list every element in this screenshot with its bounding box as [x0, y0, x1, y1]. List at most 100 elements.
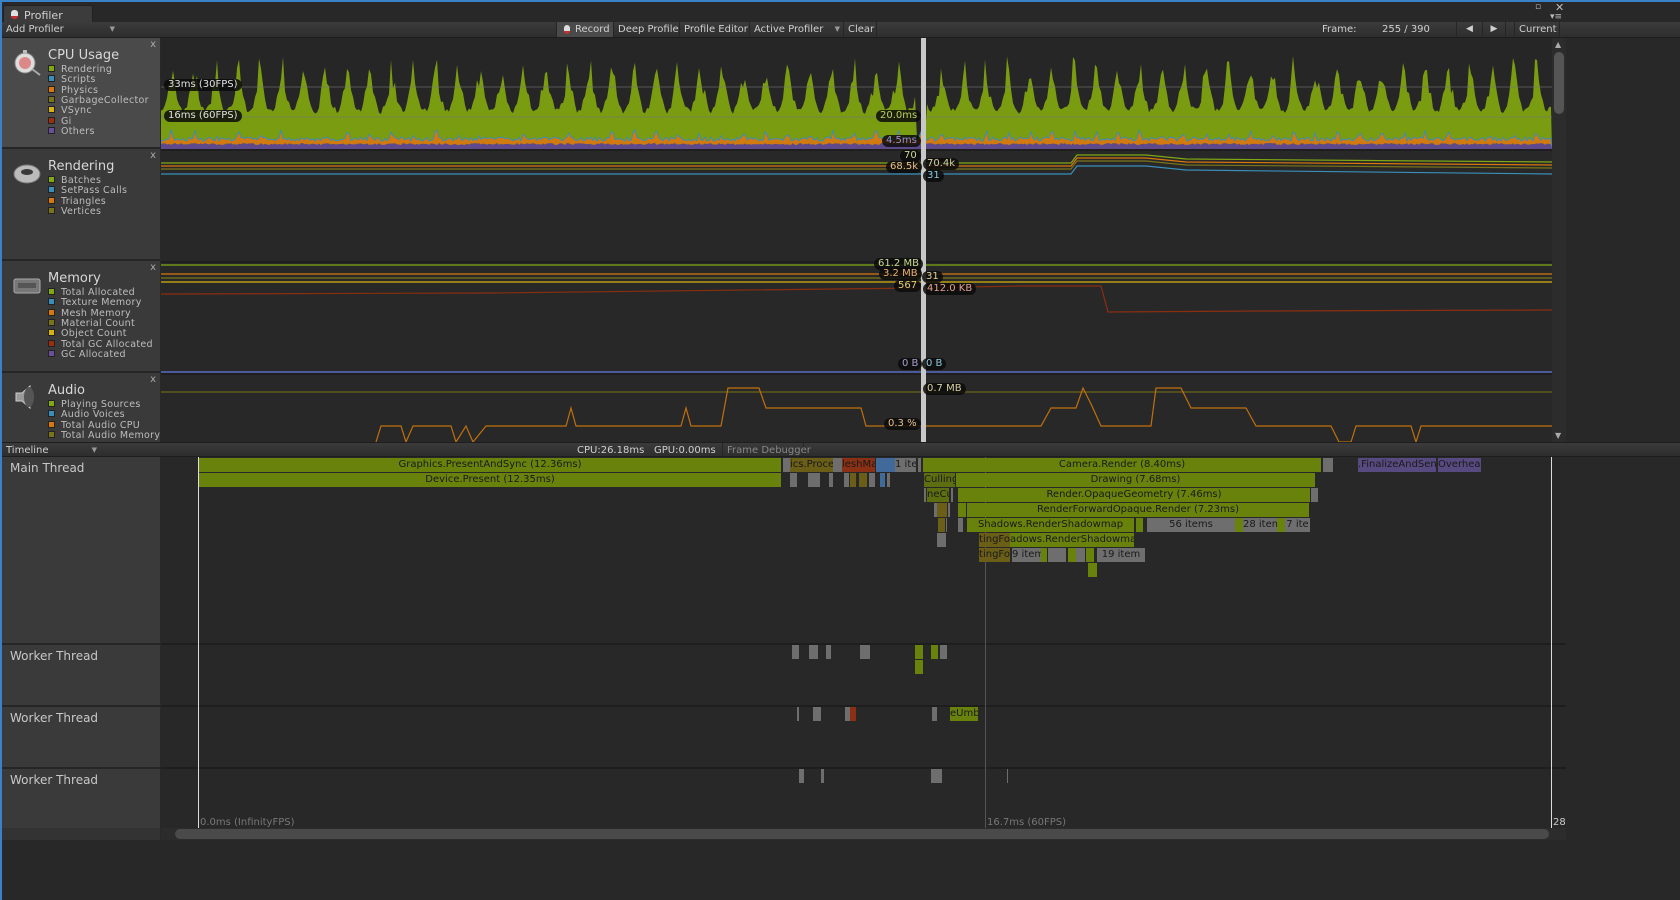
profile-editor-button[interactable]: Profile Editor	[679, 22, 749, 37]
clear-button[interactable]: Clear	[843, 22, 877, 37]
sample-block[interactable]	[1068, 548, 1076, 562]
sample-overhead[interactable]: Overhead	[1438, 458, 1481, 472]
sample-block[interactable]	[1136, 518, 1143, 532]
sample-block[interactable]	[938, 518, 945, 532]
sample-shadowmap2[interactable]: adows.RenderShadowmap	[1010, 533, 1134, 547]
sample-items-a[interactable]: 1 ite	[895, 458, 916, 472]
sample-items-56[interactable]: 56 items	[1147, 518, 1235, 532]
module-rendering[interactable]: Rendering x Batches SetPass Calls Triangle…	[2, 149, 160, 261]
sample-block[interactable]	[799, 769, 804, 783]
sample-block[interactable]	[948, 503, 950, 517]
sample-ting-fo[interactable]: tingFo	[979, 533, 1010, 547]
sample-device-present[interactable]: Device.Present (12.35ms)	[199, 473, 781, 487]
sample-forward-opaque[interactable]: RenderForwardOpaque.Render (7.23ms)	[967, 503, 1309, 517]
sample-block[interactable]	[1088, 563, 1097, 577]
module-cpu-usage[interactable]: CPU Usage x Rendering Scripts Physics Garba…	[2, 38, 160, 149]
sample-block[interactable]	[826, 645, 831, 659]
sample-items-19[interactable]: 19 item	[1097, 548, 1145, 562]
maximize-icon[interactable]: ▫	[1535, 2, 1541, 12]
sample-block[interactable]	[951, 488, 953, 502]
sample-block[interactable]	[1277, 518, 1285, 532]
sample-block[interactable]	[792, 645, 799, 659]
sample-items-28[interactable]: 28 item	[1243, 518, 1277, 532]
sample-block[interactable]	[860, 645, 870, 659]
scrollbar-thumb[interactable]	[1554, 52, 1564, 114]
sample-block[interactable]	[937, 533, 946, 547]
sample-block[interactable]	[1076, 548, 1085, 562]
current-frame-button[interactable]: Current	[1514, 22, 1560, 37]
sample-block[interactable]	[790, 473, 797, 487]
sample-block[interactable]	[829, 473, 833, 487]
sample-camera-render[interactable]: Camera.Render (8.40ms)	[923, 458, 1321, 472]
timeline-horizontal-scrollbar[interactable]	[161, 828, 1566, 840]
frame-debugger-button[interactable]: Frame Debugger	[722, 443, 811, 458]
charts-scrollbar[interactable]: ▲ ▼	[1552, 38, 1566, 442]
sample-items-7[interactable]: 7 ite	[1285, 518, 1310, 532]
sample-ne-cu[interactable]: neCu	[927, 488, 949, 502]
sample-mesh-ma[interactable]: leshMa	[842, 458, 875, 472]
sample-physics-proc[interactable]: ics.Proce	[790, 458, 833, 472]
sample-block[interactable]	[1041, 548, 1047, 562]
sample-block[interactable]	[940, 645, 947, 659]
scrollbar-thumb[interactable]	[175, 829, 1549, 839]
window-menu-icon[interactable]: ▾≡	[1550, 12, 1562, 22]
deep-profile-button[interactable]: Deep Profile	[613, 22, 679, 37]
sample-block[interactable]	[887, 473, 890, 487]
selected-frame-line[interactable]	[921, 38, 926, 442]
profiler-charts[interactable]	[161, 38, 1552, 442]
sample-block[interactable]	[946, 518, 947, 532]
sample-drawing[interactable]: Drawing (7.68ms)	[956, 473, 1315, 487]
close-module-button[interactable]: x	[150, 39, 156, 50]
sample-block[interactable]	[915, 660, 923, 674]
sample-block[interactable]	[937, 503, 947, 517]
sample-block[interactable]	[809, 645, 818, 659]
sample-culling[interactable]: Culling	[924, 473, 955, 487]
sample-block[interactable]	[918, 458, 921, 472]
sample-block[interactable]	[869, 473, 875, 487]
sample-block[interactable]	[1007, 769, 1008, 783]
sample-block[interactable]	[1235, 518, 1243, 532]
sample-block[interactable]	[821, 769, 824, 783]
sample-block[interactable]	[850, 707, 856, 721]
sample-block[interactable]	[833, 458, 842, 472]
sample-block[interactable]	[1311, 488, 1318, 502]
legend-item[interactable]: Total Audio Memory	[48, 430, 160, 441]
sample-block[interactable]	[915, 645, 923, 659]
sample-block[interactable]	[880, 473, 885, 487]
module-memory[interactable]: Memory x Total Allocated Texture Memory Me…	[2, 261, 160, 373]
sample-finalize[interactable]: .FinalizeAndSen	[1358, 458, 1436, 472]
sample-block[interactable]	[1323, 458, 1333, 472]
next-frame-button[interactable]: ▶	[1482, 22, 1506, 37]
sample-block[interactable]	[859, 473, 867, 487]
sample-block[interactable]	[924, 488, 926, 502]
scroll-up-icon[interactable]: ▲	[1555, 40, 1561, 49]
sample-block[interactable]	[932, 707, 937, 721]
sample-block[interactable]	[813, 707, 821, 721]
module-audio[interactable]: Audio x Playing Sources Audio Voices Total…	[2, 373, 160, 442]
sample-block[interactable]	[931, 769, 942, 783]
legend-item[interactable]: GC Allocated	[48, 349, 126, 360]
active-profiler-dropdown[interactable]: Active Profiler ▼	[749, 22, 843, 37]
view-mode-dropdown[interactable]: Timeline ▼	[2, 443, 100, 458]
scroll-down-icon[interactable]: ▼	[1555, 431, 1561, 440]
sample-block[interactable]	[844, 473, 849, 487]
sample-block[interactable]	[958, 503, 966, 517]
sample-block[interactable]	[797, 707, 799, 721]
sample-block[interactable]	[876, 458, 895, 472]
legend-item[interactable]: Vertices	[48, 206, 101, 217]
sample-block[interactable]	[783, 458, 790, 472]
sample-present-and-sync[interactable]: Graphics.PresentAndSync (12.36ms)	[199, 458, 781, 472]
add-profiler-dropdown[interactable]: Add Profiler ▼	[2, 22, 118, 37]
close-module-button[interactable]: x	[150, 262, 156, 273]
legend-item[interactable]: Others	[48, 126, 95, 137]
close-module-button[interactable]: x	[150, 150, 156, 161]
sample-block[interactable]	[931, 645, 938, 659]
sample-block[interactable]	[1048, 548, 1066, 562]
sample-ting-fo2[interactable]: tingFo	[979, 548, 1010, 562]
tab-profiler[interactable]: Profiler	[3, 5, 93, 23]
sample-block[interactable]	[958, 518, 963, 532]
sample-opaque-geometry[interactable]: Render.OpaqueGeometry (7.46ms)	[958, 488, 1310, 502]
record-button[interactable]: Record	[556, 22, 613, 37]
previous-frame-button[interactable]: ◀	[1456, 22, 1482, 37]
sample-block[interactable]	[808, 473, 820, 487]
